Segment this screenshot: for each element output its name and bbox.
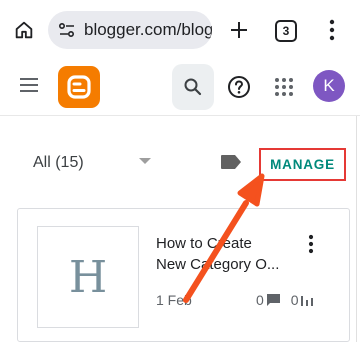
manage-label: MANAGE: [270, 157, 335, 172]
home-button[interactable]: [10, 16, 38, 44]
comment-icon: [266, 294, 280, 306]
plus-icon: [231, 22, 247, 38]
new-tab-button[interactable]: [226, 16, 252, 44]
help-icon: [228, 76, 250, 98]
post-card[interactable]: H How to Create New Category O... 1 Feb …: [17, 208, 350, 342]
post-title[interactable]: How to Create New Category O...: [156, 233, 306, 275]
more-vert-icon: [308, 234, 314, 254]
search-button[interactable]: [172, 64, 214, 110]
site-settings-icon[interactable]: [56, 19, 78, 41]
address-bar[interactable]: blogger.com/blog: [48, 11, 212, 49]
thumbnail-letter: H: [68, 251, 108, 303]
post-thumbnail[interactable]: H: [37, 226, 139, 328]
comment-count: 0: [256, 292, 264, 308]
manage-button[interactable]: MANAGE: [259, 148, 346, 181]
filter-label: All (15): [33, 154, 84, 171]
url-text: blogger.com/blog: [84, 20, 212, 39]
more-vert-icon: [329, 19, 335, 41]
menu-icon[interactable]: [20, 78, 44, 98]
browser-menu-button[interactable]: [320, 16, 344, 44]
scroll-edge: [356, 116, 357, 342]
post-stats: 0 0: [256, 292, 313, 308]
blogger-logo[interactable]: [58, 66, 100, 108]
app-header: K: [0, 58, 360, 116]
apps-grid-icon: [275, 78, 293, 96]
view-count: 0: [290, 292, 299, 308]
tab-switcher-button[interactable]: 3: [275, 20, 297, 42]
views-bar-chart-icon: [300, 296, 313, 306]
home-icon: [15, 21, 33, 39]
post-menu-button[interactable]: [304, 233, 318, 255]
browser-toolbar: blogger.com/blog 3: [0, 0, 360, 58]
avatar[interactable]: K: [313, 70, 345, 102]
tab-count: 3: [282, 24, 290, 38]
post-title-line: New Category O...: [156, 256, 280, 273]
chevron-down-icon[interactable]: [139, 158, 151, 164]
help-button[interactable]: [226, 74, 252, 100]
search-icon: [184, 78, 202, 96]
post-date: 1 Feb: [156, 292, 192, 308]
label-icon[interactable]: [220, 154, 242, 170]
post-title-line: How to Create: [156, 235, 252, 252]
apps-button[interactable]: [272, 75, 296, 99]
label-filter-dropdown[interactable]: All (15): [33, 152, 84, 174]
